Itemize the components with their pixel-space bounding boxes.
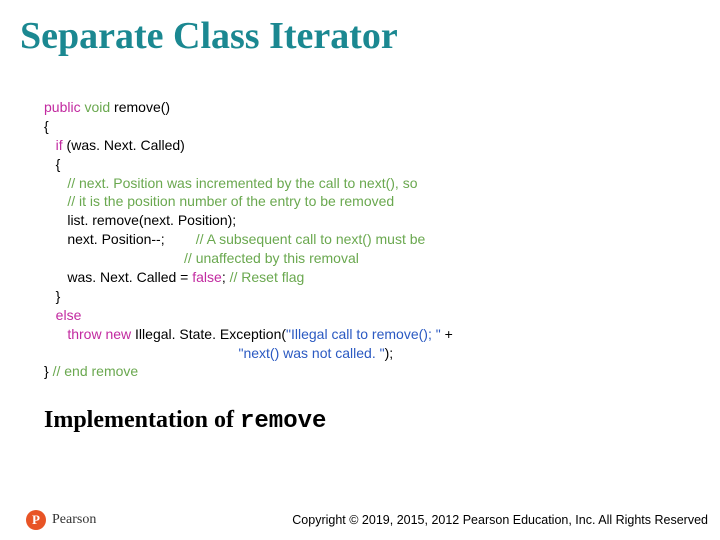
kw-if: if [56, 137, 63, 153]
kw-void: void [84, 99, 110, 115]
comment: // end remove [53, 363, 139, 379]
code-text: was. Next. Called = [44, 269, 192, 285]
code-text: } [44, 288, 60, 304]
kw-throw: throw [67, 326, 101, 342]
code-text: next. Position--; [44, 231, 196, 247]
logo-text: Pearson [52, 512, 96, 528]
kw-false: false [192, 269, 222, 285]
code-block: public void remove() { if (was. Next. Ca… [0, 58, 720, 381]
string-literal: "Illegal call to remove(); " [286, 326, 441, 342]
code-text: { [44, 118, 49, 134]
code-text: ); [385, 345, 394, 361]
kw-else: else [56, 307, 82, 323]
code-text: remove() [110, 99, 170, 115]
code-text: { [44, 156, 60, 172]
kw-public: public [44, 99, 81, 115]
code-text: Illegal. State. Exception( [131, 326, 286, 342]
string-literal: "next() was not called. " [44, 345, 385, 361]
code-text: } [44, 363, 53, 379]
comment: // A subsequent call to next() must be [196, 231, 426, 247]
caption-prefix: Implementation of [44, 407, 240, 433]
caption-mono: remove [240, 408, 326, 435]
code-text: (was. Next. Called) [63, 137, 185, 153]
comment: // unaffected by this removal [44, 250, 359, 266]
comment: // it is the position number of the entr… [44, 193, 394, 209]
copyright-text: Copyright © 2019, 2015, 2012 Pearson Edu… [292, 513, 708, 527]
comment: // Reset flag [230, 269, 305, 285]
code-text: ; [222, 269, 230, 285]
publisher-logo: P Pearson [26, 510, 96, 530]
kw-new: new [102, 326, 132, 342]
comment: // next. Position was incremented by the… [44, 175, 418, 191]
slide-title: Separate Class Iterator [0, 0, 720, 58]
code-text: + [441, 326, 453, 342]
logo-icon: P [26, 510, 46, 530]
caption: Implementation of remove [0, 381, 720, 435]
code-text: list. remove(next. Position); [44, 212, 236, 228]
footer: P Pearson Copyright © 2019, 2015, 2012 P… [0, 510, 720, 530]
